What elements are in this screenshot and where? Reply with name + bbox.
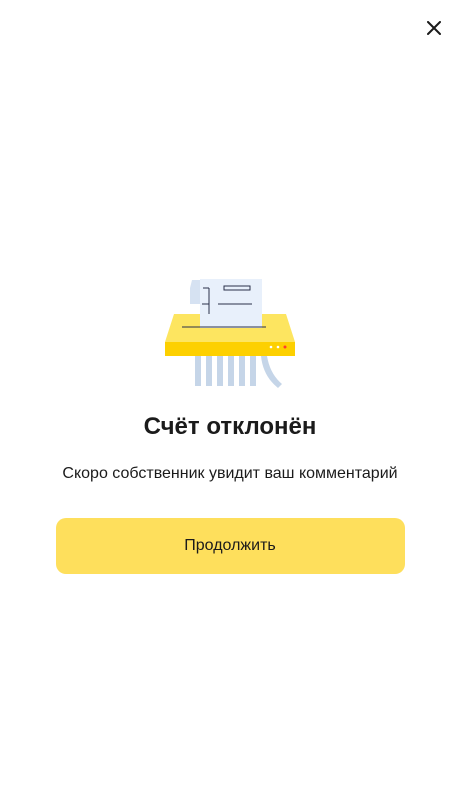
close-button[interactable] bbox=[422, 16, 446, 40]
close-icon bbox=[427, 21, 441, 35]
subtitle-text: Скоро собственник увидит ваш комментарий bbox=[62, 465, 398, 482]
document-shredder-icon bbox=[165, 279, 295, 388]
main-content: Счёт отклонён Скоро собственник увидит в… bbox=[0, 276, 460, 574]
continue-button[interactable]: Продолжить bbox=[55, 518, 405, 574]
page-title: Счёт отклонён bbox=[143, 413, 317, 440]
